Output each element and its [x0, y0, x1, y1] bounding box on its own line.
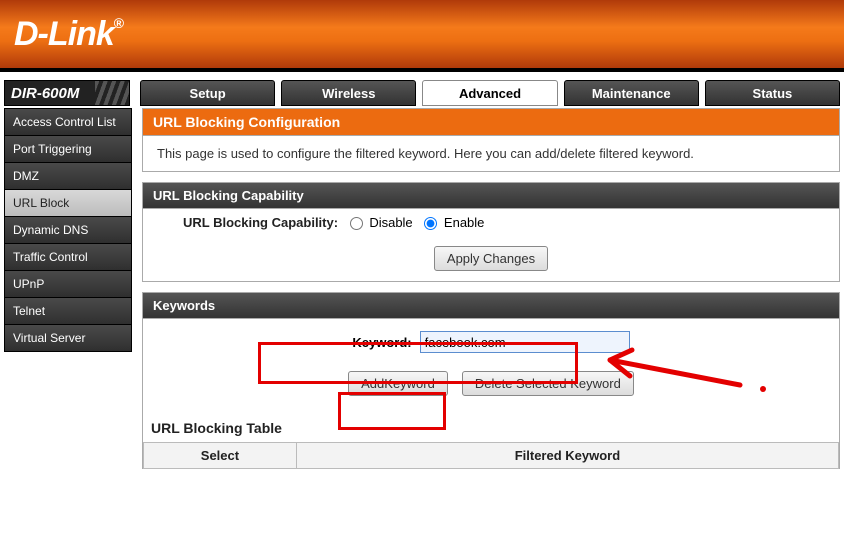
config-panel-header: URL Blocking Configuration	[143, 109, 839, 136]
content-area: URL Blocking Configuration This page is …	[142, 108, 840, 479]
config-panel: URL Blocking Configuration This page is …	[142, 108, 840, 172]
capability-header: URL Blocking Capability	[143, 183, 839, 209]
config-panel-desc: This page is used to configure the filte…	[143, 136, 839, 171]
sidebar-item-acl[interactable]: Access Control List	[4, 108, 132, 136]
apply-changes-button[interactable]: Apply Changes	[434, 246, 548, 271]
radio-disable-wrap[interactable]: Disable	[342, 215, 417, 230]
tab-advanced[interactable]: Advanced	[422, 80, 557, 106]
add-keyword-button[interactable]: AddKeyword	[348, 371, 448, 396]
tab-status[interactable]: Status	[705, 80, 840, 106]
radio-enable-label: Enable	[444, 215, 484, 230]
url-blocking-table: Select Filtered Keyword	[143, 442, 839, 469]
radio-disable[interactable]	[350, 217, 363, 230]
sidebar-item-port-triggering[interactable]: Port Triggering	[4, 136, 132, 163]
model-badge: DIR-600M	[4, 80, 130, 106]
keyword-input[interactable]	[420, 331, 630, 353]
keywords-header: Keywords	[143, 293, 839, 319]
capability-panel: URL Blocking Capability URL Blocking Cap…	[142, 182, 840, 282]
radio-enable[interactable]	[424, 217, 437, 230]
table-col-select: Select	[144, 443, 297, 469]
model-hatch-decor	[95, 81, 129, 105]
sidebar-item-telnet[interactable]: Telnet	[4, 298, 132, 325]
tab-wireless[interactable]: Wireless	[281, 80, 416, 106]
sidebar: Access Control List Port Triggering DMZ …	[4, 108, 132, 479]
brand-logo: D-Link®	[14, 15, 123, 54]
main-tabs: Setup Wireless Advanced Maintenance Stat…	[140, 80, 840, 106]
keywords-panel: Keywords Keyword: AddKeyword Delete Sele…	[142, 292, 840, 469]
keyword-label: Keyword:	[352, 335, 411, 350]
radio-disable-label: Disable	[369, 215, 412, 230]
model-label: DIR-600M	[11, 85, 79, 102]
table-col-keyword: Filtered Keyword	[296, 443, 838, 469]
tab-setup[interactable]: Setup	[140, 80, 275, 106]
top-nav-row: DIR-600M Setup Wireless Advanced Mainten…	[0, 80, 844, 106]
sidebar-item-url-block[interactable]: URL Block	[4, 190, 132, 217]
sidebar-item-virtual-server[interactable]: Virtual Server	[4, 325, 132, 352]
header-banner: D-Link®	[0, 0, 844, 72]
capability-label: URL Blocking Capability:	[183, 215, 338, 230]
sidebar-item-dmz[interactable]: DMZ	[4, 163, 132, 190]
sidebar-item-upnp[interactable]: UPnP	[4, 271, 132, 298]
sidebar-item-traffic-control[interactable]: Traffic Control	[4, 244, 132, 271]
sidebar-item-dynamic-dns[interactable]: Dynamic DNS	[4, 217, 132, 244]
delete-keyword-button[interactable]: Delete Selected Keyword	[462, 371, 634, 396]
tab-maintenance[interactable]: Maintenance	[564, 80, 699, 106]
url-table-title: URL Blocking Table	[143, 410, 839, 442]
radio-enable-wrap[interactable]: Enable	[416, 215, 484, 230]
